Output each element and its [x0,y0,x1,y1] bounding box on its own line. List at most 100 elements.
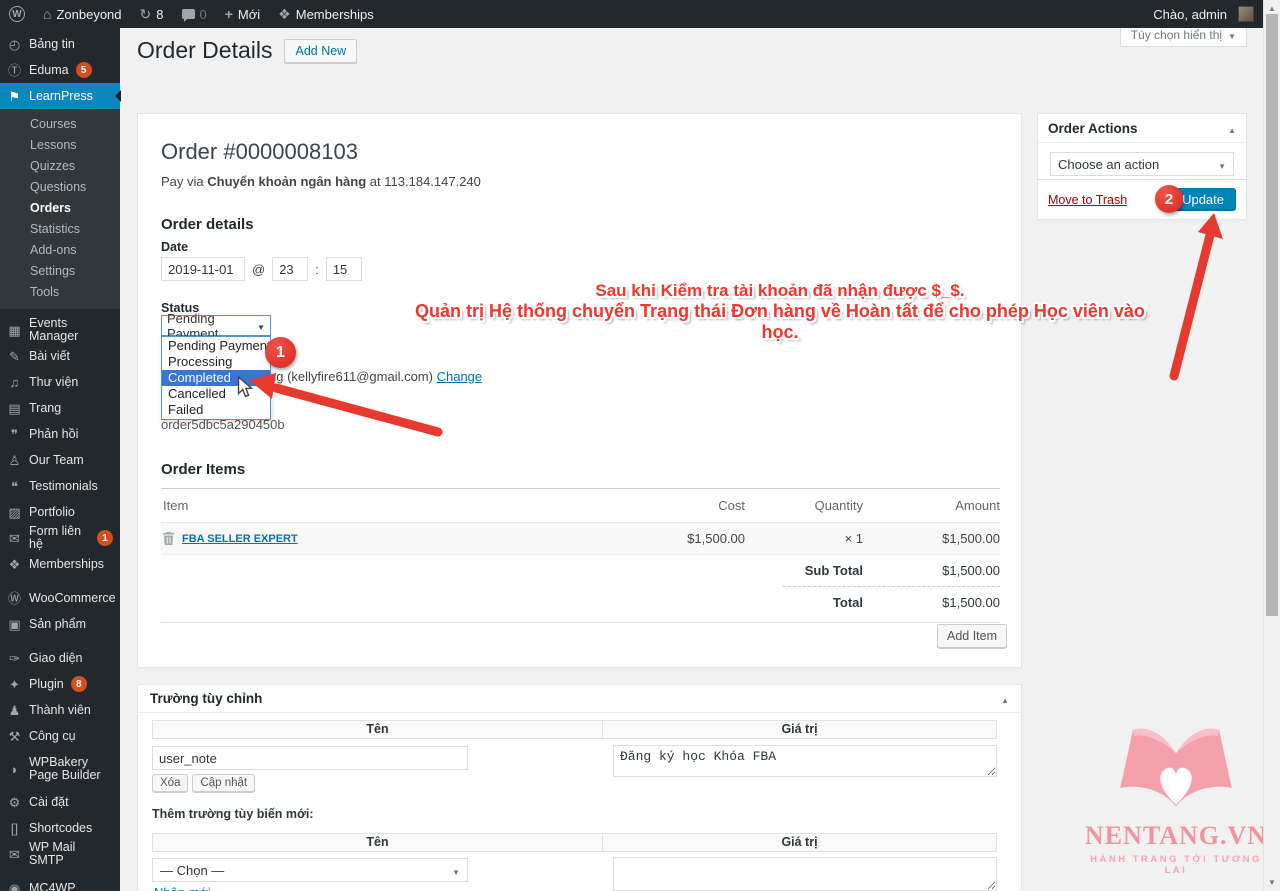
enter-new-link[interactable]: Nhập mới [154,885,211,891]
sidebar-item-label: Thư viện [29,376,78,389]
wordpress-menu[interactable]: W [0,0,34,28]
sidebar-item-form-li-n-h[interactable]: ✉Form liên hệ1 [0,525,120,551]
status-option-pending-payment[interactable]: Pending Payment [162,338,270,354]
status-option-failed[interactable]: Failed [162,402,270,418]
scrollbar[interactable]: ▲ ▼ [1263,0,1280,891]
sidebar-separator [0,577,120,585]
sidebar-item-label: Thành viên [29,704,91,717]
new-content-link[interactable]: +Mới [216,0,269,28]
sidebar-item-shortcodes[interactable]: []Shortcodes [0,815,120,841]
smtp-icon: ✉ [7,848,22,861]
custom-fields-title: Trường tùy chỉnh [150,691,262,706]
action-select[interactable]: Choose an action [1050,152,1234,176]
sidebar-item-label: MC4WP [29,882,76,891]
media-icon: ♫ [7,376,22,389]
sidebar-item-label: Bảng tin [29,38,75,51]
calendar-icon: ▦ [7,324,22,337]
minute-input[interactable] [326,257,362,281]
change-customer-link[interactable]: Change [437,369,483,384]
mouse-cursor [237,376,254,399]
sidebar-item-wp-mail-smtp[interactable]: ✉WP Mail SMTP [0,841,120,867]
sidebar-item-b-ng-tin[interactable]: ◴Bảng tin [0,31,120,57]
sidebar-subitem-quizzes[interactable]: Quizzes [0,156,120,177]
sidebar-subitem-tools[interactable]: Tools [0,282,120,303]
scrollbar-thumb[interactable] [1266,14,1278,616]
sidebar-item-plugin[interactable]: ✦Plugin8 [0,671,120,697]
sidebar-subitem-statistics[interactable]: Statistics [0,219,120,240]
sidebar-separator [0,867,120,875]
sidebar-item-label: Phản hồi [29,428,78,441]
sidebar-item-portfolio[interactable]: ▨ Portfolio [0,499,120,525]
sidebar-item-wpbakery-page-builder[interactable]: ◗WPBakery Page Builder [0,749,120,789]
sidebar-item-c-i-t[interactable]: ⚙Cài đặt [0,789,120,815]
hour-input[interactable] [272,257,308,281]
sidebar-item-c-ng-c[interactable]: ⚒Công cụ [0,723,120,749]
sidebar-item-our-team[interactable]: ♙Our Team [0,447,120,473]
sidebar-item-ph-n-h-i[interactable]: ❞Phản hồi [0,421,120,447]
order-items-heading: Order Items [161,461,245,478]
new-field-value-textarea[interactable] [613,857,997,891]
chevron-down-icon [1218,157,1226,172]
order-item-link[interactable]: FBA SELLER EXPERT [182,533,298,545]
sidebar-item-label: Portfolio [29,506,75,519]
cell-cost: $1,500.00 [585,531,745,546]
total-row: Total $1,500.00 [161,587,1000,618]
greeting-label: Chào, admin [1153,7,1227,22]
update-field-button[interactable]: Cập nhật [192,774,255,792]
sidebar-item-label: Công cụ [29,730,76,743]
value-column-header: Giá trị [603,834,996,851]
status-select[interactable]: Pending Payment [161,315,271,336]
trash-icon[interactable] [163,532,174,545]
collapse-toggle-icon[interactable] [1001,691,1009,706]
sidebar-item-th-vi-n[interactable]: ♫ Thư viện [0,369,120,395]
updates-link[interactable]: ↻8 [131,0,173,28]
sidebar-item-events-manager[interactable]: ▦ Events Manager [0,317,120,343]
sidebar-subitem-courses[interactable]: Courses [0,114,120,135]
sidebar-menu: ◴Bảng tinⓉEduma5⚑LearnPress CoursesLesson… [0,31,120,891]
sidebar-item-th-nh-vi-n[interactable]: ♟ Thành viên [0,697,120,723]
sidebar-item-giao-di-n[interactable]: ✑Giao diện [0,645,120,671]
memberships-toolbar-link[interactable]: ❖Memberships [269,0,383,28]
move-to-trash-link[interactable]: Move to Trash [1048,193,1127,207]
sidebar-item-mc4wp[interactable]: ◉MC4WP [0,875,120,891]
sidebar-item-trang[interactable]: ▤Trang [0,395,120,421]
comments-link[interactable]: 0 [173,0,216,28]
site-name-link[interactable]: ⌂Zonbeyond [34,0,131,28]
account-menu[interactable]: Chào, admin [1144,0,1263,28]
cell-amount: $1,500.00 [863,531,1000,546]
chevron-down-icon [452,863,460,878]
name-column-header: Tên [153,834,603,851]
delete-field-button[interactable]: Xóa [152,774,188,792]
action-selected-value: Choose an action [1058,157,1159,172]
sidebar-item-eduma[interactable]: ⓉEduma5 [0,57,120,83]
date-input[interactable] [161,257,245,281]
comments-count: 0 [200,7,207,22]
at-symbol: @ [252,262,265,277]
portfolio-icon: ▨ [7,506,22,519]
collapse-toggle-icon[interactable] [1228,121,1236,136]
sidebar-subitem-lessons[interactable]: Lessons [0,135,120,156]
status-dropdown-list: Pending Payment Processing Completed Can… [161,336,271,420]
sidebar-item-b-i-vi-t[interactable]: ✎Bài viết [0,343,120,369]
sidebar-item-learnpress[interactable]: ⚑LearnPress [0,83,120,109]
sidebar-item-woocommerce[interactable]: ⓌWooCommerce [0,585,120,611]
sidebar-item-testimonials[interactable]: ❝Testimonials [0,473,120,499]
status-option-processing[interactable]: Processing [162,354,270,370]
add-new-button[interactable]: Add New [284,39,357,63]
admin-bar: W ⌂Zonbeyond ↻8 0 +Mới ❖Memberships Chào… [0,0,1263,28]
field-name-input[interactable] [152,746,468,770]
sidebar-subitem-settings[interactable]: Settings [0,261,120,282]
sidebar-item-label: Events Manager [29,317,113,343]
sidebar-item-s-n-ph-m[interactable]: ▣Sản phẩm [0,611,120,637]
sidebar-subitem-add-ons[interactable]: Add-ons [0,240,120,261]
scroll-up-icon[interactable]: ▲ [1268,4,1276,13]
field-value-textarea[interactable]: Đăng ký học Khóa FBA [613,745,997,777]
scroll-down-icon[interactable]: ▼ [1268,878,1276,887]
users-icon: ♟ [7,704,22,717]
sidebar-subitem-orders[interactable]: Orders [0,198,120,219]
sidebar-item-memberships[interactable]: ❖Memberships [0,551,120,577]
add-item-button[interactable]: Add Item [937,624,1007,648]
person-icon: ♙ [7,454,22,467]
field-name-select[interactable]: — Chọn — [152,858,468,882]
sidebar-subitem-questions[interactable]: Questions [0,177,120,198]
